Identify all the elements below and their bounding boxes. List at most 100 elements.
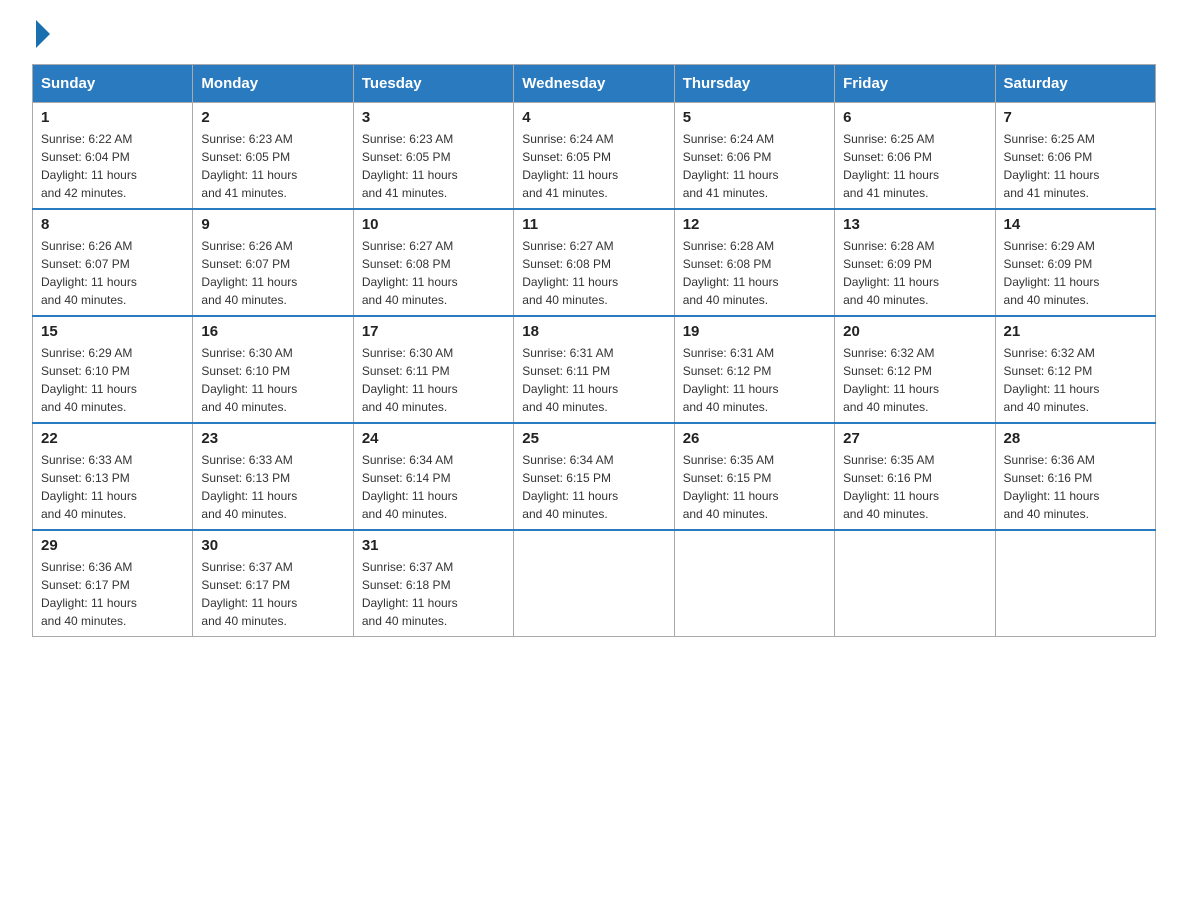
logo bbox=[32, 24, 50, 44]
day-number: 18 bbox=[522, 323, 665, 340]
day-number: 20 bbox=[843, 323, 986, 340]
day-info: Sunrise: 6:24 AMSunset: 6:05 PMDaylight:… bbox=[522, 130, 665, 202]
calendar-header-row: SundayMondayTuesdayWednesdayThursdayFrid… bbox=[33, 65, 1156, 103]
day-number: 11 bbox=[522, 216, 665, 233]
calendar-day-cell bbox=[514, 530, 674, 637]
day-number: 5 bbox=[683, 109, 826, 126]
day-info: Sunrise: 6:29 AMSunset: 6:09 PMDaylight:… bbox=[1004, 237, 1147, 309]
day-info: Sunrise: 6:32 AMSunset: 6:12 PMDaylight:… bbox=[843, 344, 986, 416]
day-of-week-header: Friday bbox=[835, 65, 995, 103]
calendar-day-cell: 4 Sunrise: 6:24 AMSunset: 6:05 PMDaylight… bbox=[514, 103, 674, 210]
day-info: Sunrise: 6:30 AMSunset: 6:10 PMDaylight:… bbox=[201, 344, 344, 416]
day-info: Sunrise: 6:27 AMSunset: 6:08 PMDaylight:… bbox=[362, 237, 505, 309]
day-number: 23 bbox=[201, 430, 344, 447]
day-of-week-header: Saturday bbox=[995, 65, 1155, 103]
calendar-day-cell: 18 Sunrise: 6:31 AMSunset: 6:11 PMDayligh… bbox=[514, 316, 674, 423]
calendar-week-row: 8Sunrise: 6:26 AMSunset: 6:07 PMDaylight… bbox=[33, 209, 1156, 316]
calendar-day-cell: 8Sunrise: 6:26 AMSunset: 6:07 PMDaylight… bbox=[33, 209, 193, 316]
day-info: Sunrise: 6:28 AMSunset: 6:08 PMDaylight:… bbox=[683, 237, 826, 309]
page-header bbox=[32, 24, 1156, 44]
calendar-day-cell: 12 Sunrise: 6:28 AMSunset: 6:08 PMDayligh… bbox=[674, 209, 834, 316]
day-number: 22 bbox=[41, 430, 184, 447]
day-info: Sunrise: 6:34 AMSunset: 6:14 PMDaylight:… bbox=[362, 451, 505, 523]
day-number: 27 bbox=[843, 430, 986, 447]
day-info: Sunrise: 6:30 AMSunset: 6:11 PMDaylight:… bbox=[362, 344, 505, 416]
calendar-day-cell: 11 Sunrise: 6:27 AMSunset: 6:08 PMDayligh… bbox=[514, 209, 674, 316]
day-info: Sunrise: 6:33 AMSunset: 6:13 PMDaylight:… bbox=[201, 451, 344, 523]
day-info: Sunrise: 6:27 AMSunset: 6:08 PMDaylight:… bbox=[522, 237, 665, 309]
day-info: Sunrise: 6:37 AMSunset: 6:18 PMDaylight:… bbox=[362, 558, 505, 630]
day-info: Sunrise: 6:32 AMSunset: 6:12 PMDaylight:… bbox=[1004, 344, 1147, 416]
day-of-week-header: Sunday bbox=[33, 65, 193, 103]
calendar-day-cell: 27 Sunrise: 6:35 AMSunset: 6:16 PMDayligh… bbox=[835, 423, 995, 530]
day-number: 25 bbox=[522, 430, 665, 447]
calendar-day-cell: 15 Sunrise: 6:29 AMSunset: 6:10 PMDayligh… bbox=[33, 316, 193, 423]
calendar-day-cell: 3 Sunrise: 6:23 AMSunset: 6:05 PMDaylight… bbox=[353, 103, 513, 210]
day-number: 6 bbox=[843, 109, 986, 126]
calendar-day-cell: 10 Sunrise: 6:27 AMSunset: 6:08 PMDayligh… bbox=[353, 209, 513, 316]
day-number: 13 bbox=[843, 216, 986, 233]
day-of-week-header: Wednesday bbox=[514, 65, 674, 103]
day-number: 1 bbox=[41, 109, 184, 126]
day-number: 24 bbox=[362, 430, 505, 447]
day-of-week-header: Thursday bbox=[674, 65, 834, 103]
day-info: Sunrise: 6:25 AMSunset: 6:06 PMDaylight:… bbox=[843, 130, 986, 202]
calendar-day-cell: 6 Sunrise: 6:25 AMSunset: 6:06 PMDaylight… bbox=[835, 103, 995, 210]
day-of-week-header: Monday bbox=[193, 65, 353, 103]
calendar-week-row: 29 Sunrise: 6:36 AMSunset: 6:17 PMDayligh… bbox=[33, 530, 1156, 637]
calendar-day-cell: 21 Sunrise: 6:32 AMSunset: 6:12 PMDayligh… bbox=[995, 316, 1155, 423]
calendar-week-row: 15 Sunrise: 6:29 AMSunset: 6:10 PMDayligh… bbox=[33, 316, 1156, 423]
day-number: 7 bbox=[1004, 109, 1147, 126]
calendar-day-cell: 30Sunrise: 6:37 AMSunset: 6:17 PMDayligh… bbox=[193, 530, 353, 637]
calendar-day-cell: 2Sunrise: 6:23 AMSunset: 6:05 PMDaylight… bbox=[193, 103, 353, 210]
calendar-day-cell: 20 Sunrise: 6:32 AMSunset: 6:12 PMDayligh… bbox=[835, 316, 995, 423]
day-info: Sunrise: 6:36 AMSunset: 6:16 PMDaylight:… bbox=[1004, 451, 1147, 523]
calendar-week-row: 22 Sunrise: 6:33 AMSunset: 6:13 PMDayligh… bbox=[33, 423, 1156, 530]
day-number: 3 bbox=[362, 109, 505, 126]
day-info: Sunrise: 6:37 AMSunset: 6:17 PMDaylight:… bbox=[201, 558, 344, 630]
calendar-table: SundayMondayTuesdayWednesdayThursdayFrid… bbox=[32, 64, 1156, 637]
day-number: 14 bbox=[1004, 216, 1147, 233]
day-info: Sunrise: 6:36 AMSunset: 6:17 PMDaylight:… bbox=[41, 558, 184, 630]
calendar-day-cell: 9Sunrise: 6:26 AMSunset: 6:07 PMDaylight… bbox=[193, 209, 353, 316]
day-info: Sunrise: 6:28 AMSunset: 6:09 PMDaylight:… bbox=[843, 237, 986, 309]
day-number: 31 bbox=[362, 537, 505, 554]
calendar-day-cell: 31 Sunrise: 6:37 AMSunset: 6:18 PMDayligh… bbox=[353, 530, 513, 637]
day-number: 15 bbox=[41, 323, 184, 340]
calendar-day-cell: 23 Sunrise: 6:33 AMSunset: 6:13 PMDayligh… bbox=[193, 423, 353, 530]
calendar-week-row: 1 Sunrise: 6:22 AMSunset: 6:04 PMDaylight… bbox=[33, 103, 1156, 210]
calendar-day-cell: 5 Sunrise: 6:24 AMSunset: 6:06 PMDaylight… bbox=[674, 103, 834, 210]
day-number: 29 bbox=[41, 537, 184, 554]
day-info: Sunrise: 6:35 AMSunset: 6:15 PMDaylight:… bbox=[683, 451, 826, 523]
day-number: 9 bbox=[201, 216, 344, 233]
day-info: Sunrise: 6:24 AMSunset: 6:06 PMDaylight:… bbox=[683, 130, 826, 202]
day-info: Sunrise: 6:25 AMSunset: 6:06 PMDaylight:… bbox=[1004, 130, 1147, 202]
day-info: Sunrise: 6:34 AMSunset: 6:15 PMDaylight:… bbox=[522, 451, 665, 523]
calendar-day-cell: 1 Sunrise: 6:22 AMSunset: 6:04 PMDaylight… bbox=[33, 103, 193, 210]
calendar-day-cell: 19Sunrise: 6:31 AMSunset: 6:12 PMDayligh… bbox=[674, 316, 834, 423]
calendar-day-cell: 28 Sunrise: 6:36 AMSunset: 6:16 PMDayligh… bbox=[995, 423, 1155, 530]
day-info: Sunrise: 6:31 AMSunset: 6:12 PMDaylight:… bbox=[683, 344, 826, 416]
day-number: 16 bbox=[201, 323, 344, 340]
day-number: 10 bbox=[362, 216, 505, 233]
day-number: 4 bbox=[522, 109, 665, 126]
day-info: Sunrise: 6:31 AMSunset: 6:11 PMDaylight:… bbox=[522, 344, 665, 416]
calendar-day-cell: 22Sunrise: 6:33 AMSunset: 6:13 PMDayligh… bbox=[33, 423, 193, 530]
day-info: Sunrise: 6:29 AMSunset: 6:10 PMDaylight:… bbox=[41, 344, 184, 416]
day-info: Sunrise: 6:35 AMSunset: 6:16 PMDaylight:… bbox=[843, 451, 986, 523]
calendar-day-cell bbox=[835, 530, 995, 637]
calendar-day-cell: 24 Sunrise: 6:34 AMSunset: 6:14 PMDayligh… bbox=[353, 423, 513, 530]
calendar-day-cell: 13 Sunrise: 6:28 AMSunset: 6:09 PMDayligh… bbox=[835, 209, 995, 316]
day-number: 12 bbox=[683, 216, 826, 233]
day-info: Sunrise: 6:26 AMSunset: 6:07 PMDaylight:… bbox=[41, 237, 184, 309]
day-info: Sunrise: 6:22 AMSunset: 6:04 PMDaylight:… bbox=[41, 130, 184, 202]
day-number: 21 bbox=[1004, 323, 1147, 340]
calendar-day-cell: 7 Sunrise: 6:25 AMSunset: 6:06 PMDaylight… bbox=[995, 103, 1155, 210]
logo-triangle-icon bbox=[36, 20, 50, 48]
calendar-day-cell: 25 Sunrise: 6:34 AMSunset: 6:15 PMDayligh… bbox=[514, 423, 674, 530]
calendar-day-cell: 17Sunrise: 6:30 AMSunset: 6:11 PMDayligh… bbox=[353, 316, 513, 423]
day-of-week-header: Tuesday bbox=[353, 65, 513, 103]
day-number: 2 bbox=[201, 109, 344, 126]
day-info: Sunrise: 6:23 AMSunset: 6:05 PMDaylight:… bbox=[362, 130, 505, 202]
day-number: 28 bbox=[1004, 430, 1147, 447]
